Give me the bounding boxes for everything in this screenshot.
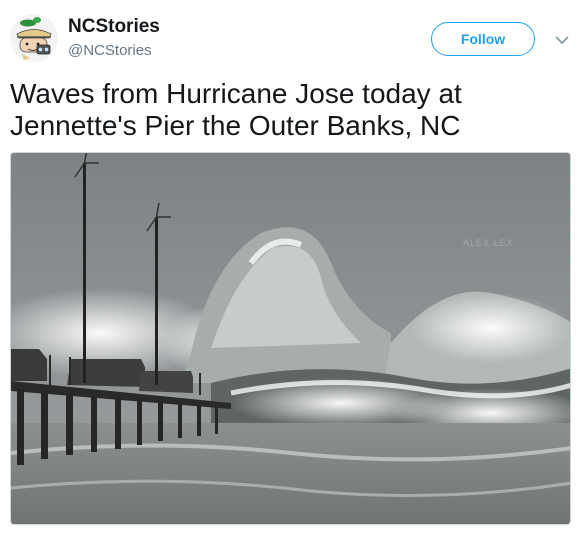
tweet-photo[interactable]: ALEX LEX (10, 152, 571, 525)
display-name[interactable]: NCStories (68, 16, 160, 38)
photo-watermark: ALEX LEX (463, 238, 514, 248)
chevron-down-icon (555, 36, 569, 44)
more-options-button[interactable] (552, 30, 572, 50)
avatar[interactable] (10, 14, 58, 62)
cartoon-explorer-avatar-icon (10, 14, 58, 62)
hurricane-waves-photo (11, 153, 570, 524)
user-handle[interactable]: @NCStories (68, 42, 152, 59)
follow-button[interactable]: Follow (431, 22, 535, 56)
tweet-text: Waves from Hurricane Jose today at Jenne… (10, 78, 462, 141)
